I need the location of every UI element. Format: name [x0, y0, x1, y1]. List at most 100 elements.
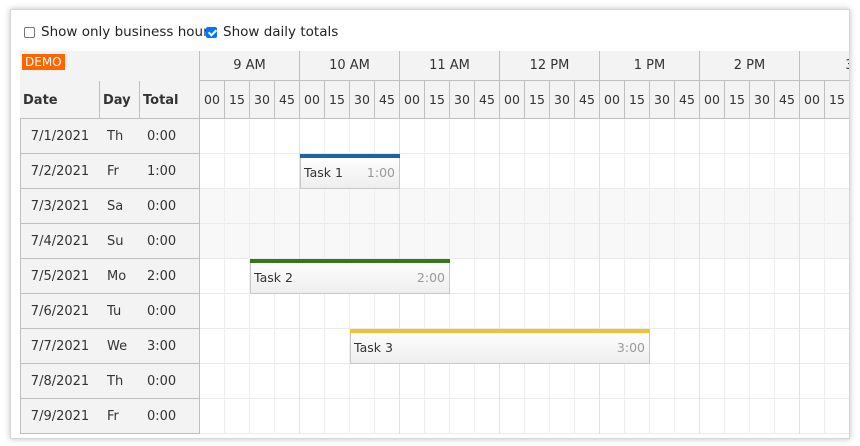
row-header: 7/3/2021 Sa 0:00: [20, 189, 200, 224]
daily-totals-label: Show daily totals: [223, 24, 339, 40]
row-header: 7/6/2021 Tu 0:00: [20, 294, 200, 329]
event-block[interactable]: Task 1 1:00: [300, 154, 400, 189]
row-date: 7/8/2021: [20, 364, 100, 399]
event-duration: 2:00: [416, 270, 445, 285]
grid-line: [499, 119, 500, 434]
minute-header: 15: [325, 81, 350, 119]
row-total: 0:00: [139, 224, 200, 259]
minute-header: 15: [725, 81, 750, 119]
event-color-bar: [350, 329, 650, 333]
minute-header: 45: [375, 81, 400, 119]
event-duration: 3:00: [616, 340, 645, 355]
row-day: Fr: [99, 399, 140, 434]
row-date: 7/2/2021: [20, 154, 100, 189]
row-total: 3:00: [139, 329, 200, 364]
row-header: 7/9/2021 Fr 0:00: [20, 399, 200, 434]
grid-line: [624, 119, 625, 434]
grid-line: [774, 119, 775, 434]
business-hours-checkbox[interactable]: [24, 26, 35, 38]
grid-line: [699, 119, 700, 434]
row-date: 7/5/2021: [20, 259, 100, 294]
minute-header: 15: [625, 81, 650, 119]
business-hours-toggle[interactable]: Show only business hours: [24, 24, 216, 40]
scheduler-grid: DEMO Date Day Total 9 AM 00 15 30 45 10 AM 00 1…: [20, 51, 849, 438]
event-name: Task 3: [354, 340, 393, 355]
row-date: 7/4/2021: [20, 224, 100, 259]
row-day: We: [99, 329, 140, 364]
grid-line: [224, 119, 225, 434]
row-header: 7/2/2021 Fr 1:00: [20, 154, 200, 189]
column-header-date: Date: [23, 92, 58, 108]
event-color-bar: [250, 259, 450, 263]
hour-header: 11 AM: [400, 51, 500, 81]
row-header: 7/5/2021 Mo 2:00: [20, 259, 200, 294]
row-total: 0:00: [139, 399, 200, 434]
grid-line: [749, 119, 750, 434]
row-date: 7/3/2021: [20, 189, 100, 224]
grid-line: [599, 119, 600, 434]
grid-line: [724, 119, 725, 434]
row-date: 7/6/2021: [20, 294, 100, 329]
event-block[interactable]: Task 2 2:00: [250, 259, 450, 294]
minute-header: 15: [825, 81, 849, 119]
hour-header: 1 PM: [600, 51, 700, 81]
minute-header: 00: [800, 81, 825, 119]
minute-header: 45: [475, 81, 500, 119]
event-color-bar: [300, 154, 400, 158]
row-header: 7/7/2021 We 3:00: [20, 329, 200, 364]
minute-header: 15: [225, 81, 250, 119]
grid-line: [524, 119, 525, 434]
hour-header: 3: [800, 51, 849, 81]
row-total: 0:00: [139, 364, 200, 399]
row-day: Tu: [99, 294, 140, 329]
row-header: 7/4/2021 Su 0:00: [20, 224, 200, 259]
row-date: 7/9/2021: [20, 399, 100, 434]
grid-line: [824, 119, 825, 434]
row-day: Sa: [99, 189, 140, 224]
toolbar: Show only business hours Show daily tota…: [11, 10, 849, 52]
daily-totals-checkbox[interactable]: [206, 26, 217, 38]
row-total: 0:00: [139, 294, 200, 329]
column-header-total: Total: [139, 81, 200, 119]
hour-header: 9 AM: [200, 51, 300, 81]
column-header-day: Day: [99, 81, 140, 119]
minute-header: 00: [500, 81, 525, 119]
hour-header: 2 PM: [700, 51, 800, 81]
minute-header: 30: [650, 81, 675, 119]
row-date: 7/7/2021: [20, 329, 100, 364]
minute-header: 00: [200, 81, 225, 119]
minute-header: 30: [350, 81, 375, 119]
minute-header: 30: [750, 81, 775, 119]
row-day: Fr: [99, 154, 140, 189]
minute-header: 30: [450, 81, 475, 119]
minute-header: 00: [300, 81, 325, 119]
minute-header: 30: [550, 81, 575, 119]
minute-header: 15: [525, 81, 550, 119]
grid-line: [674, 119, 675, 434]
grid-line: [549, 119, 550, 434]
row-date: 7/1/2021: [20, 119, 100, 154]
row-day: Mo: [99, 259, 140, 294]
row-header: 7/1/2021 Th 0:00: [20, 119, 200, 154]
row-total: 0:00: [139, 119, 200, 154]
grid-line: [574, 119, 575, 434]
scheduler-corner: DEMO Date Day Total: [20, 51, 200, 119]
row-total: 0:00: [139, 189, 200, 224]
grid-line: [474, 119, 475, 434]
minute-header: 45: [575, 81, 600, 119]
minute-header: 00: [600, 81, 625, 119]
row-total: 2:00: [139, 259, 200, 294]
minute-header: 00: [700, 81, 725, 119]
event-block[interactable]: Task 3 3:00: [350, 329, 650, 364]
row-day: Th: [99, 119, 140, 154]
business-hours-label: Show only business hours: [41, 24, 216, 40]
hour-header: 10 AM: [300, 51, 400, 81]
minute-header: 00: [400, 81, 425, 119]
minute-header: 45: [775, 81, 800, 119]
event-duration: 1:00: [366, 165, 395, 180]
row-day: Su: [99, 224, 140, 259]
daily-totals-toggle[interactable]: Show daily totals: [206, 24, 338, 40]
minute-header: 45: [275, 81, 300, 119]
hour-header: 12 PM: [500, 51, 600, 81]
grid-line: [799, 119, 800, 434]
